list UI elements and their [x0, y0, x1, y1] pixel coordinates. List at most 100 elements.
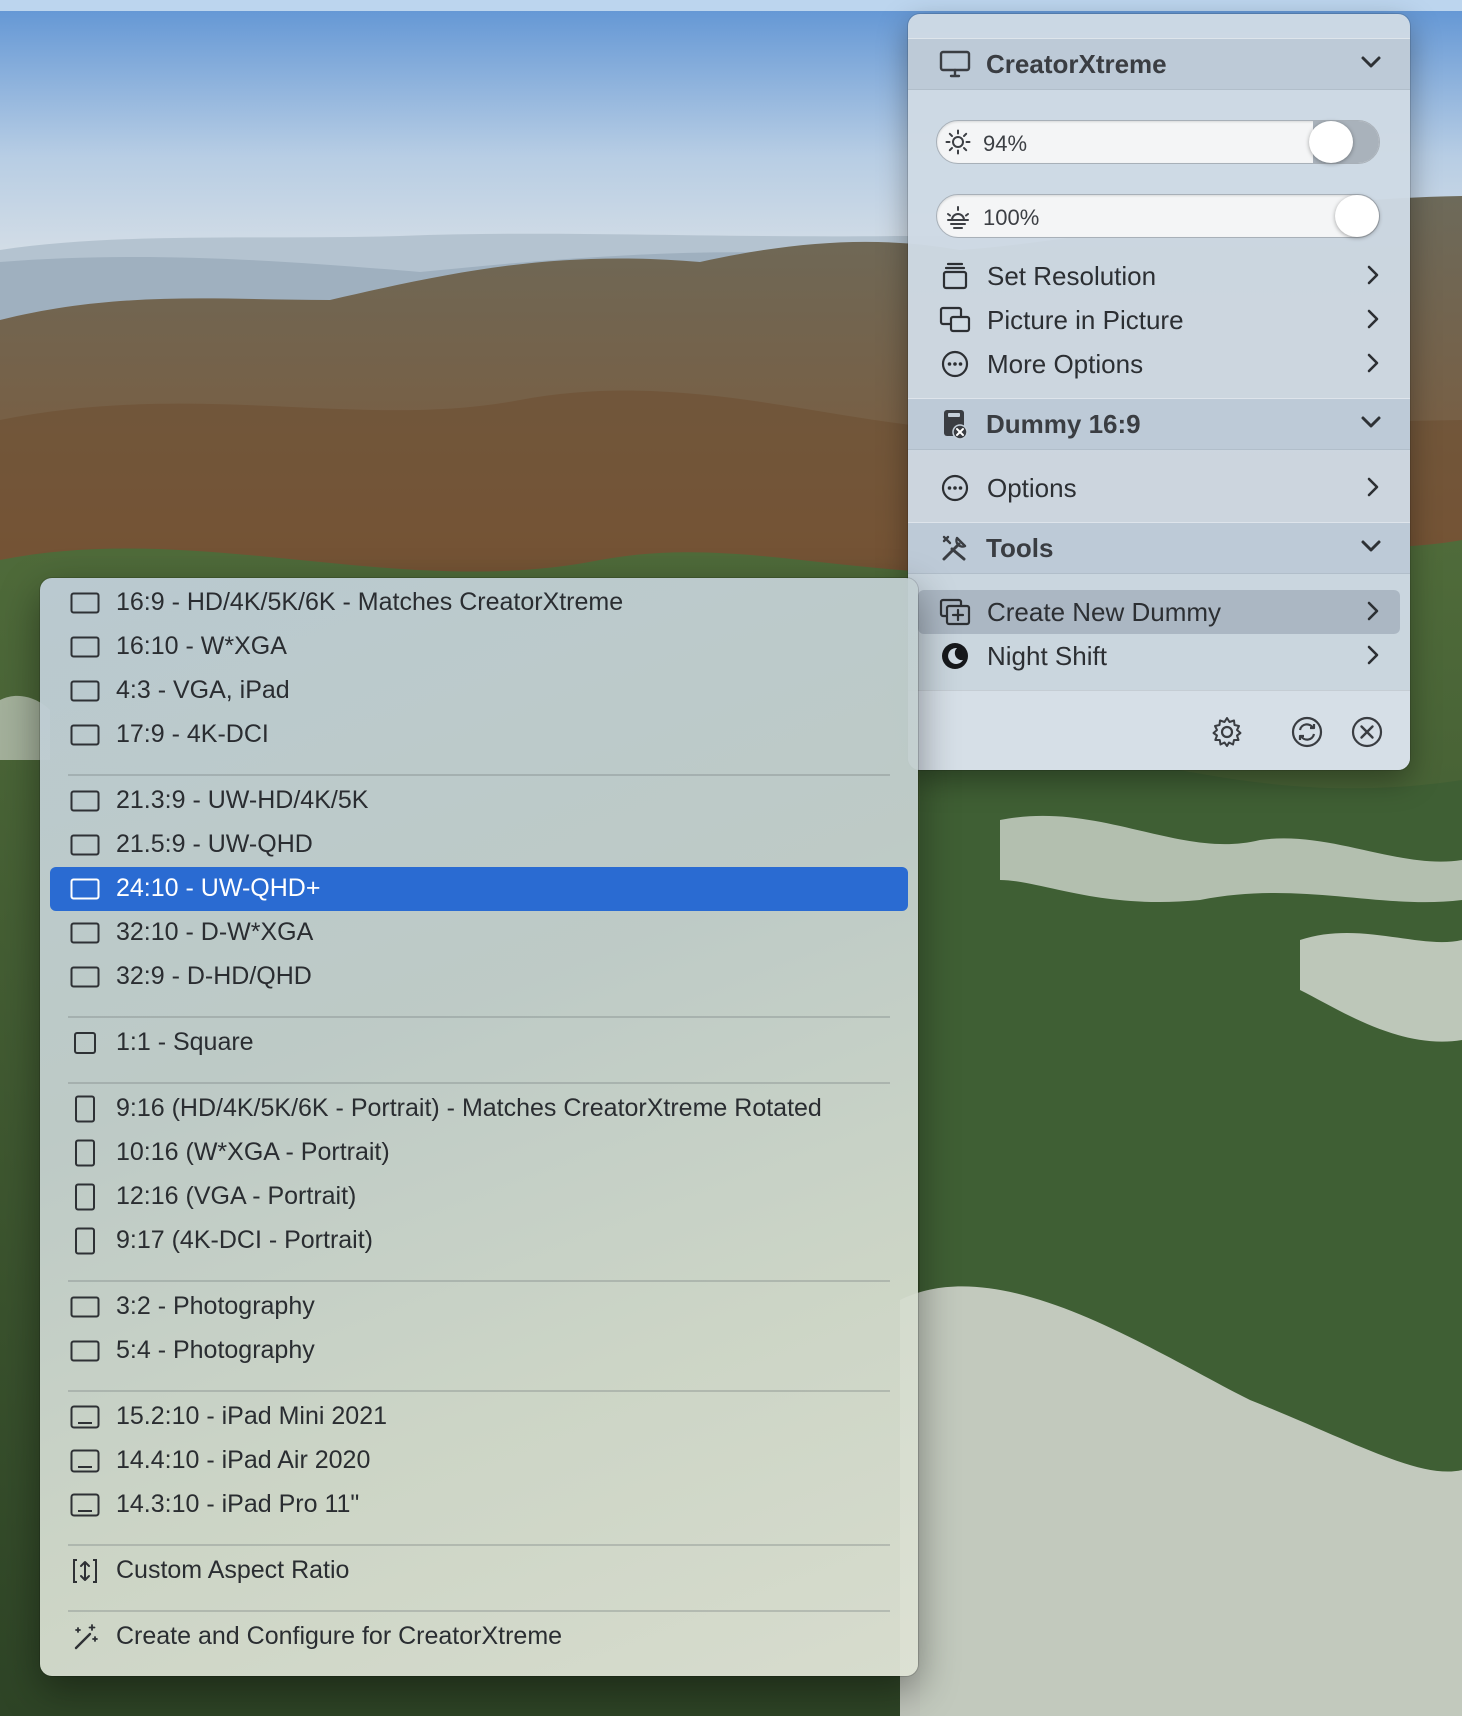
menu-separator [68, 1544, 890, 1546]
portrait-rect-icon [70, 1227, 100, 1255]
chevron-right-icon [1366, 264, 1380, 291]
display-section-header[interactable]: CreatorXtreme [908, 38, 1410, 90]
aspect-ratio-label: 15.2:10 - iPad Mini 2021 [116, 1402, 388, 1430]
aspect-ratio-item[interactable]: 12:16 (VGA - Portrait) [40, 1175, 918, 1219]
landscape-rect-icon [70, 963, 100, 991]
aspect-ratio-item[interactable]: 17:9 - 4K-DCI [40, 713, 918, 757]
night-shift-label: Night Shift [987, 640, 1107, 671]
aspect-ratio-label: 16:9 - HD/4K/5K/6K - Matches CreatorXtre… [116, 588, 624, 616]
aspect-ratio-item[interactable]: 16:9 - HD/4K/5K/6K - Matches CreatorXtre… [40, 581, 918, 625]
aspect-ratio-item[interactable]: 32:10 - D-W*XGA [40, 911, 918, 955]
close-circle-icon[interactable] [1350, 715, 1384, 749]
chevron-down-icon[interactable] [1360, 539, 1382, 558]
landscape-rect-icon [70, 721, 100, 749]
aspect-ratio-item[interactable]: 15.2:10 - iPad Mini 2021 [40, 1395, 918, 1439]
menu-separator [68, 774, 890, 776]
aspect-ratio-item[interactable]: 4:3 - VGA, iPad [40, 669, 918, 713]
color-level-slider-knob[interactable] [1335, 195, 1379, 237]
aspect-ratio-label: Custom Aspect Ratio [116, 1556, 350, 1584]
ipad-icon [70, 1447, 100, 1475]
tools-icon [938, 531, 972, 565]
brightness-slider[interactable]: 94% [936, 120, 1380, 164]
menu-separator [68, 1610, 890, 1612]
ipad-icon [70, 1403, 100, 1431]
chevron-down-icon[interactable] [1360, 415, 1382, 434]
create-new-dummy-label: Create New Dummy [987, 596, 1222, 627]
portrait-rect-icon [70, 1095, 100, 1123]
ipad-icon [70, 1491, 100, 1519]
landscape-rect-icon [70, 875, 100, 903]
chevron-down-icon[interactable] [1360, 55, 1382, 74]
picture-in-picture-label: Picture in Picture [987, 304, 1184, 335]
square-icon [70, 1029, 100, 1057]
aspect-ratio-label: 17:9 - 4K-DCI [116, 720, 269, 748]
color-level-slider[interactable]: 100% [936, 194, 1380, 238]
landscape-rect-icon [70, 1293, 100, 1321]
landscape-rect-icon [70, 677, 100, 705]
aspect-ratio-label: 32:9 - D-HD/QHD [116, 962, 312, 990]
more-options-item[interactable]: More Options [908, 342, 1410, 386]
more-options-label: More Options [987, 348, 1144, 379]
aspect-ratio-item[interactable]: 1:1 - Square [40, 1021, 918, 1065]
aspect-ratio-item[interactable]: 14.4:10 - iPad Air 2020 [40, 1439, 918, 1483]
aspect-ratio-label: 9:17 (4K-DCI - Portrait) [116, 1226, 374, 1254]
aspect-ratio-label: 5:4 - Photography [116, 1336, 315, 1364]
aspect-ratio-label: Create and Configure for CreatorXtreme [116, 1622, 563, 1650]
chevron-right-icon [1366, 600, 1380, 627]
chevron-right-icon [1366, 352, 1380, 379]
aspect-ratio-label: 4:3 - VGA, iPad [116, 676, 290, 704]
aspect-ratio-item[interactable]: 10:16 (W*XGA - Portrait) [40, 1131, 918, 1175]
landscape-rect-icon [70, 633, 100, 661]
landscape-rect-icon [70, 589, 100, 617]
aspect-ratio-item[interactable]: 9:17 (4K-DCI - Portrait) [40, 1219, 918, 1263]
picture-in-picture-icon [938, 303, 972, 337]
create-dummy-submenu: 16:9 - HD/4K/5K/6K - Matches CreatorXtre… [40, 578, 918, 1676]
dummy-options-item[interactable]: Options [908, 466, 1410, 510]
display-control-menu: CreatorXtreme 94% 100% Set Resolution Pi… [908, 14, 1410, 770]
aspect-ratio-item[interactable]: 14.3:10 - iPad Pro 11" [40, 1483, 918, 1527]
aspect-ratio-item[interactable]: Custom Aspect Ratio [40, 1549, 918, 1593]
aspect-ratio-label: 9:16 (HD/4K/5K/6K - Portrait) - Matches … [116, 1094, 822, 1122]
tools-section-header[interactable]: Tools [908, 522, 1410, 574]
resolution-stack-icon [938, 259, 972, 293]
aspect-ratio-item[interactable]: Create and Configure for CreatorXtreme [40, 1615, 918, 1659]
dummy-options-label: Options [987, 472, 1077, 503]
aspect-ratio-item[interactable]: 24:10 - UW-QHD+ [40, 867, 918, 911]
dummy-section-header[interactable]: Dummy 16:9 [908, 398, 1410, 450]
aspect-ratio-item[interactable]: 32:9 - D-HD/QHD [40, 955, 918, 999]
dummy-display-name: Dummy 16:9 [986, 408, 1141, 439]
menu-separator [68, 1082, 890, 1084]
create-new-dummy-item[interactable]: Create New Dummy [908, 590, 1410, 634]
chevron-right-icon [1366, 476, 1380, 503]
night-shift-item[interactable]: Night Shift [908, 634, 1410, 678]
ellipsis-circle-icon [938, 471, 972, 505]
gear-icon[interactable] [1210, 715, 1244, 749]
aspect-ratio-item[interactable]: 21.5:9 - UW-QHD [40, 823, 918, 867]
chevron-right-icon [1366, 308, 1380, 335]
aspect-ratio-label: 24:10 - UW-QHD+ [116, 874, 321, 902]
portrait-rect-icon [70, 1139, 100, 1167]
aspect-ratio-item[interactable]: 5:4 - Photography [40, 1329, 918, 1373]
aspect-ratio-label: 14.4:10 - iPad Air 2020 [116, 1446, 371, 1474]
aspect-ratio-label: 1:1 - Square [116, 1028, 254, 1056]
sunrise-icon [945, 203, 971, 229]
dummy-display-icon [938, 407, 972, 441]
aspect-ratio-item[interactable]: 3:2 - Photography [40, 1285, 918, 1329]
set-resolution-item[interactable]: Set Resolution [908, 254, 1410, 298]
aspect-ratio-label: 21.5:9 - UW-QHD [116, 830, 313, 858]
aspect-ratio-label: 16:10 - W*XGA [116, 632, 287, 660]
brightness-slider-knob[interactable] [1309, 121, 1353, 163]
aspect-ratio-item[interactable]: 9:16 (HD/4K/5K/6K - Portrait) - Matches … [40, 1087, 918, 1131]
landscape-rect-icon [70, 787, 100, 815]
tools-title: Tools [986, 532, 1054, 563]
menu-separator [68, 1280, 890, 1282]
refresh-icon[interactable] [1290, 715, 1324, 749]
custom-ratio-icon [70, 1557, 100, 1585]
aspect-ratio-label: 32:10 - D-W*XGA [116, 918, 314, 946]
aspect-ratio-item[interactable]: 16:10 - W*XGA [40, 625, 918, 669]
brightness-value: 94% [983, 131, 1028, 156]
landscape-rect-icon [70, 1337, 100, 1365]
picture-in-picture-item[interactable]: Picture in Picture [908, 298, 1410, 342]
aspect-ratio-item[interactable]: 21.3:9 - UW-HD/4K/5K [40, 779, 918, 823]
aspect-ratio-label: 10:16 (W*XGA - Portrait) [116, 1138, 390, 1166]
